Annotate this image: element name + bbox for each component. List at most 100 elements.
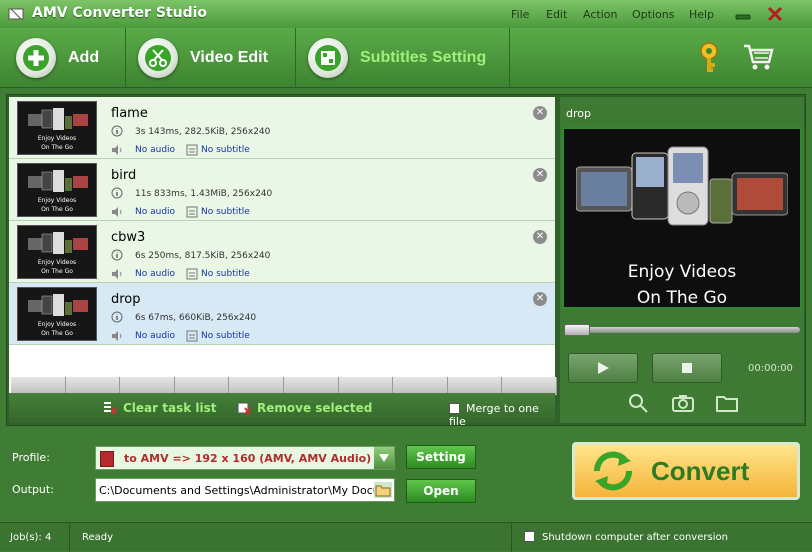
file-info: 3s 143ms, 282.5KiB, 256x240 — [135, 127, 271, 137]
chevron-down-icon[interactable] — [374, 447, 394, 469]
subtitle-icon — [186, 268, 198, 280]
plus-icon — [16, 38, 56, 78]
subtitle-select[interactable]: No subtitle — [201, 331, 250, 341]
file-name: drop — [111, 292, 141, 307]
video-thumbnail: Enjoy Videos On The Go — [17, 225, 97, 279]
thumbnail-caption: Enjoy Videos On The Go — [18, 134, 96, 152]
video-thumbnail: Enjoy Videos On The Go — [17, 101, 97, 155]
seek-bar[interactable] — [564, 324, 800, 336]
file-row[interactable]: Enjoy Videos On The Go cbw3 6s 250ms, 817.5… — [9, 221, 555, 283]
info-icon — [111, 311, 123, 323]
devices-illustration — [576, 146, 788, 226]
cart-icon[interactable] — [742, 42, 774, 72]
merge-check-box[interactable] — [449, 403, 460, 414]
thumbnail-caption-line1: Enjoy Videos — [37, 259, 77, 266]
info-icon — [111, 125, 123, 137]
thumbnail-caption-line1: Enjoy Videos — [37, 321, 77, 328]
audio-select[interactable]: No audio — [135, 145, 175, 155]
stop-icon — [682, 363, 692, 373]
preview-title: drop — [566, 107, 591, 120]
remove-file-icon[interactable]: ✕ — [533, 230, 547, 244]
subtitle-select[interactable]: No subtitle — [201, 145, 250, 155]
thumbnail-caption: Enjoy Videos On The Go — [18, 320, 96, 338]
setting-button[interactable]: Setting — [406, 445, 476, 469]
app-icon — [8, 8, 24, 20]
subtitles-setting-button[interactable]: Subtitles Setting — [296, 28, 510, 88]
remove-file-icon[interactable]: ✕ — [533, 292, 547, 306]
zoom-icon[interactable] — [628, 393, 650, 413]
play-button[interactable] — [568, 353, 638, 383]
file-row[interactable]: Enjoy Videos On The Go flame 3s 143ms, 282.… — [9, 97, 555, 159]
thumbnail-devices-image — [28, 108, 88, 130]
open-button[interactable]: Open — [406, 479, 476, 503]
video-edit-button[interactable]: Video Edit — [126, 28, 296, 88]
thumbnail-caption-line2: On The Go — [41, 330, 73, 337]
seek-handle[interactable] — [564, 324, 590, 336]
thumbnail-caption: Enjoy Videos On The Go — [18, 258, 96, 276]
speaker-icon — [112, 207, 122, 217]
menu-edit[interactable]: Edit — [546, 8, 567, 21]
audio-select[interactable]: No audio — [135, 269, 175, 279]
thumbnail-devices-image — [28, 232, 88, 254]
subtitle-icon — [186, 330, 198, 342]
convert-button[interactable]: Convert — [572, 442, 800, 500]
profile-select[interactable]: to AMV => 192 x 160 (AMV, AMV Audio) — [95, 446, 395, 470]
file-name: cbw3 — [111, 230, 146, 245]
merge-label: Merge to one file — [449, 402, 539, 428]
subtitle-icon — [186, 144, 198, 156]
shutdown-label: Shutdown computer after conversion — [542, 532, 728, 543]
output-path-field[interactable]: C:\Documents and Settings\Administrator\… — [95, 478, 395, 502]
jobs-cell: Job(s): 4 — [0, 523, 70, 552]
browse-folder-icon[interactable] — [374, 482, 392, 498]
file-info: 6s 67ms, 660KiB, 256x240 — [135, 313, 257, 323]
shutdown-checkbox[interactable] — [524, 531, 535, 542]
minimize-icon[interactable] — [734, 6, 752, 22]
play-icon — [598, 362, 609, 374]
title-bar: AMV Converter Studio File Edit Action Op… — [0, 0, 812, 28]
speaker-icon — [112, 145, 122, 155]
status-text: Ready — [82, 532, 114, 543]
output-path-value: C:\Documents and Settings\Administrator\… — [99, 484, 375, 497]
video-thumbnail: Enjoy Videos On The Go — [17, 287, 97, 341]
stop-button[interactable] — [652, 353, 722, 383]
thumbnail-caption-line2: On The Go — [41, 144, 73, 151]
key-icon[interactable] — [698, 42, 724, 74]
remove-file-icon[interactable]: ✕ — [533, 106, 547, 120]
menu-options[interactable]: Options — [632, 8, 674, 21]
settings-panel: Profile: to AMV => 192 x 160 (AMV, AMV A… — [0, 430, 812, 520]
close-icon[interactable] — [766, 6, 784, 22]
thumbnail-devices-image — [28, 294, 88, 316]
thumbnail-caption: Enjoy Videos On The Go — [18, 196, 96, 214]
remove-selected-button[interactable]: Remove selected — [257, 401, 372, 415]
speaker-icon — [112, 331, 122, 341]
window-title: AMV Converter Studio — [32, 5, 208, 21]
file-info: 11s 833ms, 1.43MiB, 256x240 — [135, 189, 273, 199]
thumbnail-caption-line2: On The Go — [41, 268, 73, 275]
file-row[interactable]: Enjoy Videos On The Go bird 11s 833ms, 1.43… — [9, 159, 555, 221]
clear-task-list-button[interactable]: Clear task list — [123, 401, 217, 415]
menu-file[interactable]: File — [511, 8, 529, 21]
remove-file-icon[interactable]: ✕ — [533, 168, 547, 182]
file-list: Enjoy Videos On The Go flame 3s 143ms, 282.… — [9, 97, 557, 395]
status-bar: Job(s): 4 Ready Shutdown computer after … — [0, 522, 812, 552]
subtitle-icon — [186, 206, 198, 218]
add-button[interactable]: Add — [0, 28, 126, 88]
speaker-icon — [112, 269, 122, 279]
merge-checkbox[interactable]: Merge to one file — [449, 402, 555, 428]
subtitle-select[interactable]: No subtitle — [201, 269, 250, 279]
file-name: flame — [111, 106, 148, 121]
subtitle-select[interactable]: No subtitle — [201, 207, 250, 217]
audio-select[interactable]: No audio — [135, 207, 175, 217]
video-edit-label: Video Edit — [190, 49, 268, 66]
folder-icon[interactable] — [716, 393, 738, 413]
camera-icon[interactable] — [672, 393, 694, 413]
remove-selected-icon — [237, 402, 251, 415]
file-row[interactable]: Enjoy Videos On The Go drop 6s 67ms, 660KiB… — [9, 283, 555, 345]
scissors-icon — [138, 38, 178, 78]
menu-action[interactable]: Action — [583, 8, 617, 21]
file-info: 6s 250ms, 817.5KiB, 256x240 — [135, 251, 271, 261]
menu-help[interactable]: Help — [689, 8, 714, 21]
info-icon — [111, 187, 123, 199]
audio-select[interactable]: No audio — [135, 331, 175, 341]
output-label: Output: — [12, 483, 54, 496]
